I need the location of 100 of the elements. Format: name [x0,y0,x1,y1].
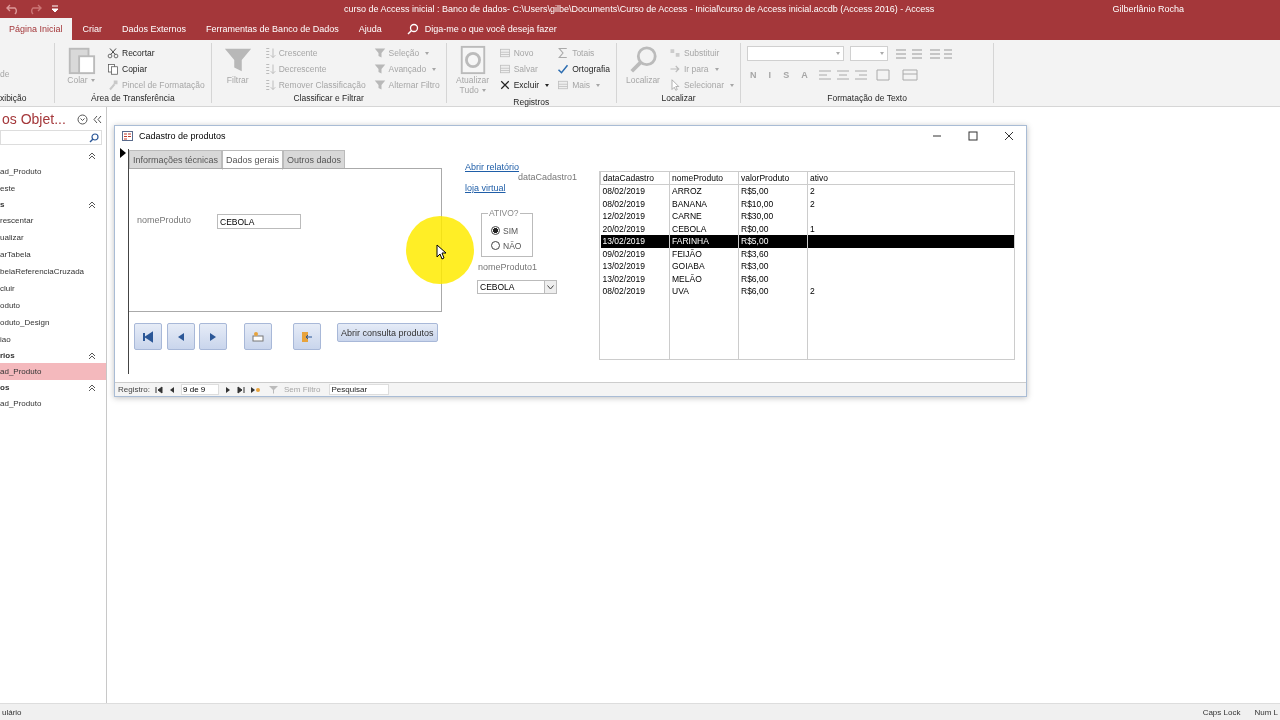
ribbon-button[interactable]: Excluir [498,77,550,93]
query-button[interactable]: Abrir consulta produtos [337,323,438,342]
collapse-icon[interactable] [93,114,102,124]
ribbon-tab[interactable]: Ajuda [349,18,391,40]
table-cell: R$6,00 [738,285,808,298]
link[interactable]: Abrir relatório [465,162,520,172]
sigma-icon [557,47,570,59]
table-row[interactable]: 08/02/2019 ARROZ R$5,00 2 [600,184,1014,198]
table-row[interactable]: 09/02/2019 FEIJÃO R$3,60 [600,247,1014,260]
new-record-icon[interactable] [250,385,260,394]
table-row[interactable]: 13/02/2019 MELÃO R$6,00 [600,272,1014,285]
section-header[interactable]: rios [0,351,15,360]
table-cell: 2 [807,184,1014,198]
customize-caret-icon[interactable] [50,4,60,14]
user-name[interactable]: Gilberlânio Rocha [1112,4,1184,14]
form-icon [122,131,133,141]
ribbon-tab[interactable]: Dados Externos [113,18,196,40]
group-label: Classificar e Filtrar [292,93,365,103]
section-header[interactable]: s [0,200,5,209]
link[interactable]: loja virtual [465,183,506,193]
record-position-field[interactable]: 9 de 9 [181,384,219,395]
table-row[interactable]: 13/02/2019 GOIABA R$3,00 [600,260,1014,273]
nav-item[interactable]: rescentar [0,212,106,229]
search-field[interactable]: Pesquisar [329,384,390,395]
collapse-chevron-icon[interactable] [88,351,96,360]
maximize-icon[interactable] [968,131,978,141]
nav-item[interactable]: este [0,180,106,197]
section-header[interactable]: os [0,383,10,392]
save-icon [498,63,511,75]
table-row[interactable]: 08/02/2019 BANANA R$10,00 2 [600,197,1014,210]
sort-desc-icon [263,63,276,75]
table-cell: FEIJÃO [669,247,739,260]
nav-item[interactable]: cluir [0,280,106,297]
pane-title: os Objet... [2,111,66,127]
table-cell: 09/02/2019 [600,247,670,260]
nav-item[interactable]: ad_Produto [0,363,106,380]
table-cell: R$10,00 [738,197,808,210]
nav-item[interactable]: oduto [0,297,106,314]
cursor-icon [668,79,681,91]
ribbon-tab[interactable]: Ferramentas de Banco de Dados [197,18,348,40]
table-icon [557,79,570,91]
check-icon [557,63,570,75]
table-cell: FARINHA [669,235,739,248]
search-field[interactable] [0,130,102,145]
ribbon-button[interactable]: Copiar [107,61,205,77]
last-record-icon[interactable] [237,385,245,394]
table-cell: UVA [669,285,739,298]
table-cell: 13/02/2019 [600,260,670,273]
table-cell: R$5,00 [738,184,808,198]
ribbon-button[interactable]: Ortografia [557,61,610,77]
radio-button[interactable] [491,241,500,250]
collapse-chevron-icon[interactable] [88,151,96,160]
collapse-chevron-icon[interactable] [88,200,96,209]
previous-record-icon[interactable] [168,385,176,394]
form-title: Cadastro de produtos [139,131,226,141]
group-label: Área de Transferência [90,93,176,103]
group-label: Localizar [660,93,697,103]
table-cell: 12/02/2019 [600,210,670,223]
previous-record-button[interactable] [167,323,195,350]
radio-option[interactable]: NÃO [491,238,532,253]
first-record-icon[interactable] [155,385,163,394]
next-record-button[interactable] [199,323,227,350]
column-header[interactable]: nomeProduto [669,172,739,185]
ribbon-tab[interactable]: Criar [73,18,112,40]
undo-icon[interactable] [6,3,20,15]
radio-button[interactable] [491,226,500,235]
close-icon[interactable] [1004,131,1014,141]
field-label: nomeProduto1 [478,262,538,272]
tell-me-search[interactable]: Diga-me o que você deseja fazer [406,18,557,40]
record-selector-icon [120,148,126,158]
column-header[interactable]: dataCadastro [600,172,670,185]
nav-item[interactable]: belaReferenciaCruzada [0,263,106,280]
column-header[interactable]: valorProduto [738,172,808,185]
nav-item[interactable]: ad_Produto [0,395,106,412]
ribbon-tab[interactable]: Página Inicial [0,18,72,40]
product-combo-box[interactable]: CEBOLA [477,280,557,294]
dropdown-caret-icon [547,284,554,290]
skip-first-icon [142,330,154,343]
product-name-field[interactable]: CEBOLA [217,214,301,229]
nav-item[interactable]: iao [0,331,106,348]
scissors-icon [107,47,119,59]
nav-item[interactable]: ad_Produto [0,163,106,180]
nav-item[interactable]: oduto_Design [0,314,106,331]
status-text: ulário [2,707,22,717]
radio-option[interactable]: SIM [491,223,532,238]
column-header[interactable]: ativo [807,172,1014,185]
first-record-button[interactable] [134,323,162,350]
table-cell: GOIABA [669,260,739,273]
nav-item[interactable]: arTabela [0,246,106,263]
form-tab[interactable]: Dados gerais [222,150,284,170]
table-cell: 2 [807,285,1014,298]
menu-caret-icon[interactable] [77,113,88,125]
table-row[interactable]: 08/02/2019 UVA R$6,00 2 [600,285,1014,298]
nav-item[interactable]: ualizar [0,229,106,246]
ribbon-button[interactable]: Recortar [107,45,205,61]
table-row[interactable]: 13/02/2019 FARINHA R$5,00 [600,235,1014,248]
table-row[interactable]: 12/02/2019 CARNE R$30,00 [600,210,1014,223]
next-record-icon[interactable] [224,385,232,394]
table-cell: R$6,00 [738,272,808,285]
collapse-chevron-icon[interactable] [88,383,96,392]
